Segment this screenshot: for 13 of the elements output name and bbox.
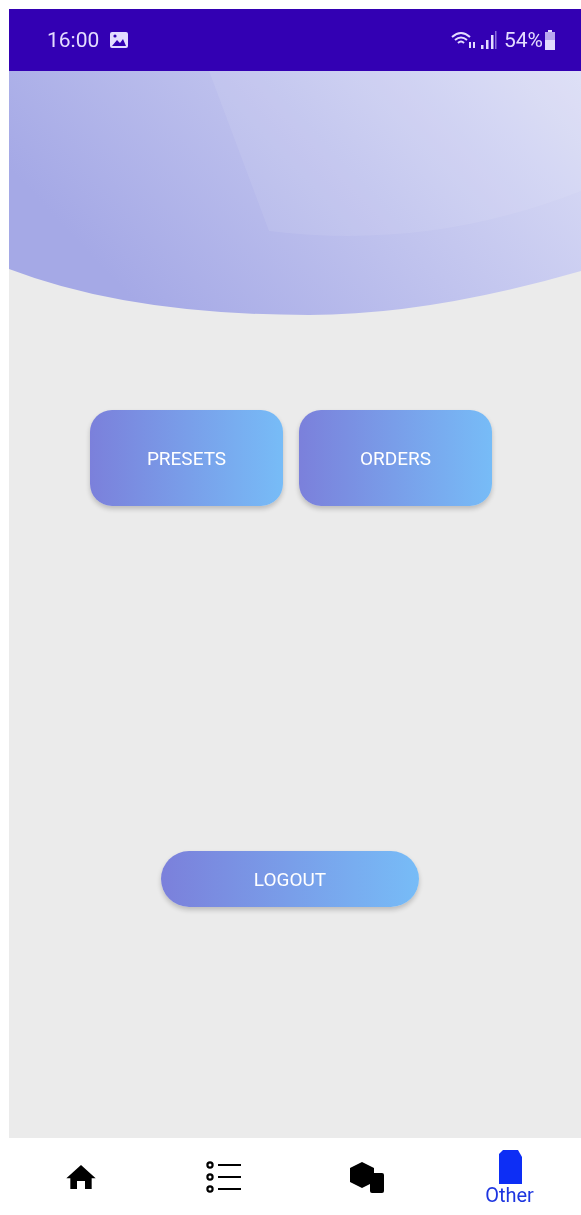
signal-icon (480, 30, 498, 50)
nav-tab[interactable]: Other (438, 1138, 581, 1215)
battery-icon (545, 30, 555, 50)
menu-button[interactable]: PRESETS (90, 410, 283, 506)
battery-percent: 54% (504, 28, 543, 52)
list-icon (205, 1160, 242, 1193)
boxes-icon (347, 1159, 386, 1194)
wifi-icon (450, 30, 476, 50)
clock-time: 16:00 (47, 28, 100, 52)
menu-button[interactable]: ORDERS (299, 410, 492, 506)
home-icon (64, 1162, 97, 1191)
image-icon (109, 31, 130, 49)
logout-button[interactable]: LOGOUT (161, 851, 419, 907)
